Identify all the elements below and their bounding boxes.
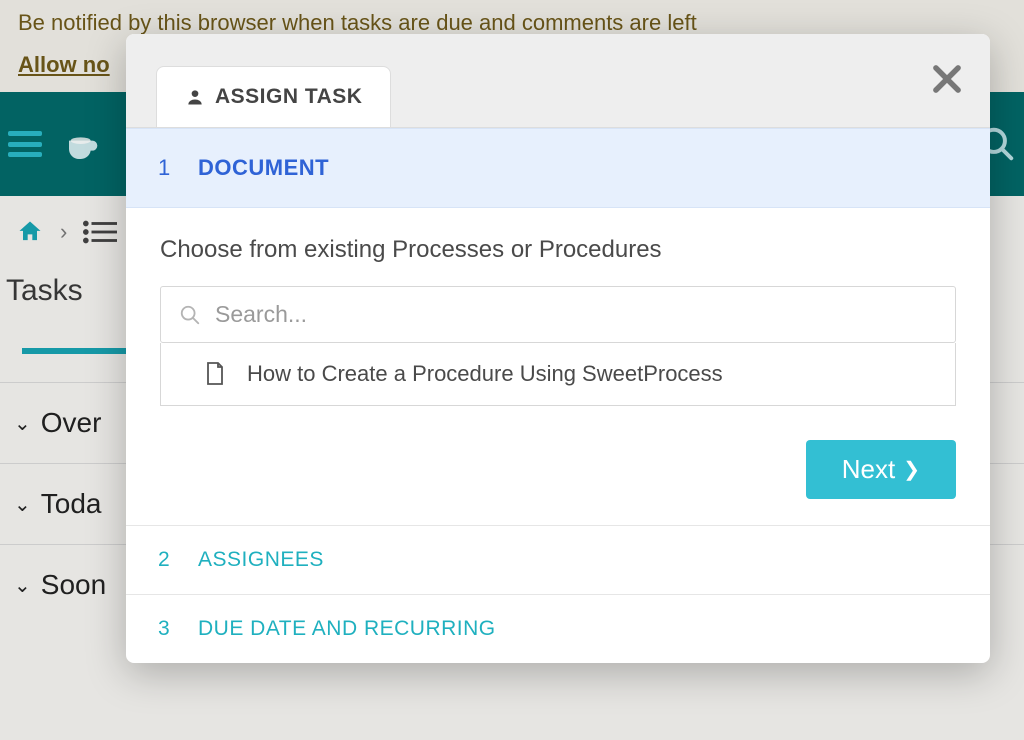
step-instruction: Choose from existing Processes or Proced… <box>160 236 956 264</box>
document-search[interactable] <box>160 286 956 343</box>
search-input[interactable] <box>215 301 937 328</box>
search-icon <box>179 304 201 326</box>
modal-header: ASSIGN TASK <box>126 34 990 128</box>
step-3-label: DUE DATE AND RECURRING <box>198 617 496 641</box>
step-1-number: 1 <box>158 155 172 181</box>
step-document[interactable]: 1 DOCUMENT <box>126 128 990 208</box>
result-item-label: How to Create a Procedure Using SweetPro… <box>247 361 723 387</box>
close-icon[interactable] <box>928 60 966 98</box>
step-1-label: DOCUMENT <box>198 155 329 181</box>
step-2-number: 2 <box>158 548 172 572</box>
chevron-right-icon: ❯ <box>903 457 920 482</box>
document-icon <box>205 362 225 386</box>
next-button-label: Next <box>842 454 895 485</box>
modal-tab: ASSIGN TASK <box>156 66 391 127</box>
step-due-date[interactable]: 3 DUE DATE AND RECURRING <box>126 594 990 663</box>
search-result-item[interactable]: How to Create a Procedure Using SweetPro… <box>160 343 956 406</box>
modal-tab-label: ASSIGN TASK <box>215 85 362 109</box>
assign-task-modal: ASSIGN TASK 1 DOCUMENT Choose from exist… <box>126 34 990 663</box>
step-2-label: ASSIGNEES <box>198 548 324 572</box>
step-assignees[interactable]: 2 ASSIGNEES <box>126 525 990 594</box>
step-body: Choose from existing Processes or Proced… <box>126 208 990 525</box>
person-icon <box>185 87 205 107</box>
step-3-number: 3 <box>158 617 172 641</box>
next-button[interactable]: Next ❯ <box>806 440 956 499</box>
